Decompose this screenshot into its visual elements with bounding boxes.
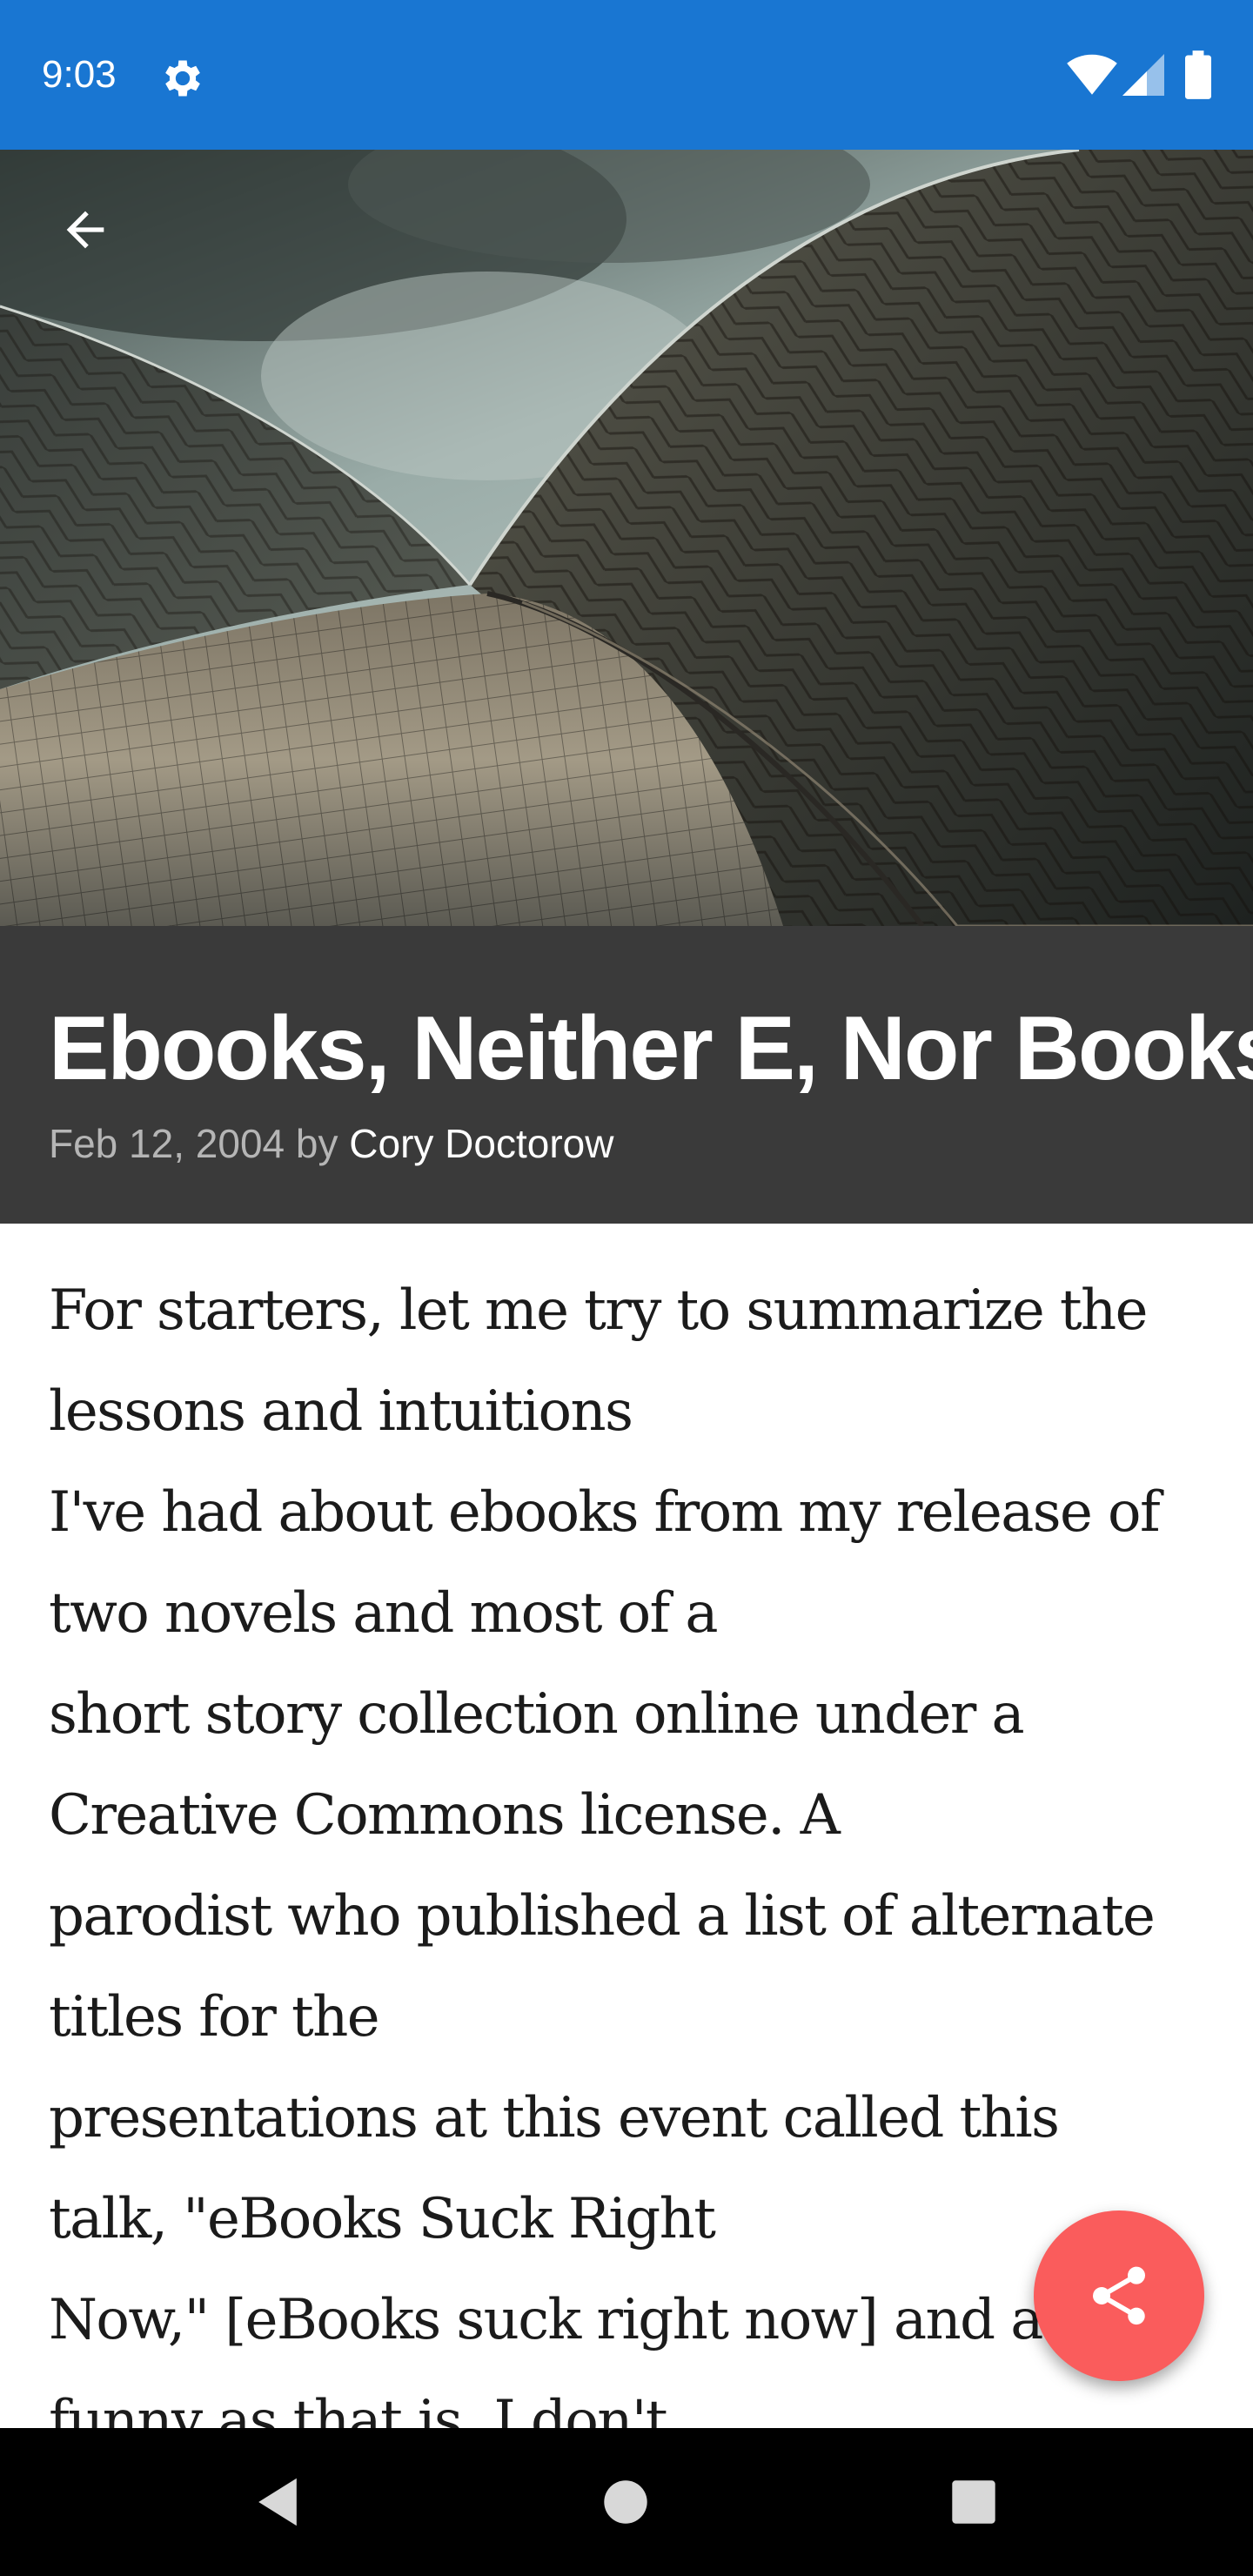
wifi-icon xyxy=(1067,54,1117,95)
share-icon xyxy=(1092,2266,1146,2325)
body-line: presentations at this event called this xyxy=(49,2086,1060,2150)
gear-icon xyxy=(165,60,200,97)
article-header: Ebooks, Neither E, Nor Books Feb 12, 200… xyxy=(0,926,1253,1224)
nav-recents-icon xyxy=(952,2480,995,2524)
body-line: funny as that is, I don't xyxy=(49,2389,668,2428)
battery-icon xyxy=(1185,50,1211,99)
hero-image xyxy=(0,150,1253,926)
article-author[interactable]: Cory Doctorow xyxy=(349,1121,613,1166)
body-line: I've had about ebooks from my release of xyxy=(49,1480,1161,1545)
body-line: short story collection online under a xyxy=(49,1682,1025,1747)
system-nav-bar xyxy=(0,2428,1253,2576)
article-body: For starters, let me try to summarize th… xyxy=(49,1260,1215,2428)
back-button[interactable] xyxy=(38,183,132,277)
share-button[interactable] xyxy=(1034,2210,1204,2381)
nav-recents-button[interactable] xyxy=(926,2454,1022,2550)
body-line: talk, "eBooks Suck Right xyxy=(49,2187,716,2251)
architecture-photo xyxy=(0,150,1253,926)
status-bar: 9:03 xyxy=(0,0,1253,150)
body-line: lessons and intuitions xyxy=(49,1379,633,1444)
nav-home-icon xyxy=(604,2480,647,2524)
article-title: Ebooks, Neither E, Nor Books xyxy=(49,998,1253,1099)
nav-back-button[interactable] xyxy=(230,2454,325,2550)
byline-by: by xyxy=(295,1121,338,1166)
status-time: 9:03 xyxy=(42,53,117,96)
cell-signal-icon xyxy=(1122,54,1164,96)
body-line: Creative Commons license. A xyxy=(49,1783,841,1848)
body-line: For starters, let me try to summarize th… xyxy=(49,1278,1149,1343)
nav-back-icon xyxy=(258,2478,297,2526)
article-date: Feb 12, 2004 xyxy=(49,1121,285,1166)
nav-home-button[interactable] xyxy=(578,2454,673,2550)
arrow-back-icon xyxy=(66,211,104,249)
byline: Feb 12, 2004 by Cory Doctorow xyxy=(49,1117,613,1170)
body-line: parodist who published a list of alterna… xyxy=(49,1884,1156,1949)
body-line: two novels and most of a xyxy=(49,1581,719,1646)
body-line: titles for the xyxy=(49,1985,380,2049)
